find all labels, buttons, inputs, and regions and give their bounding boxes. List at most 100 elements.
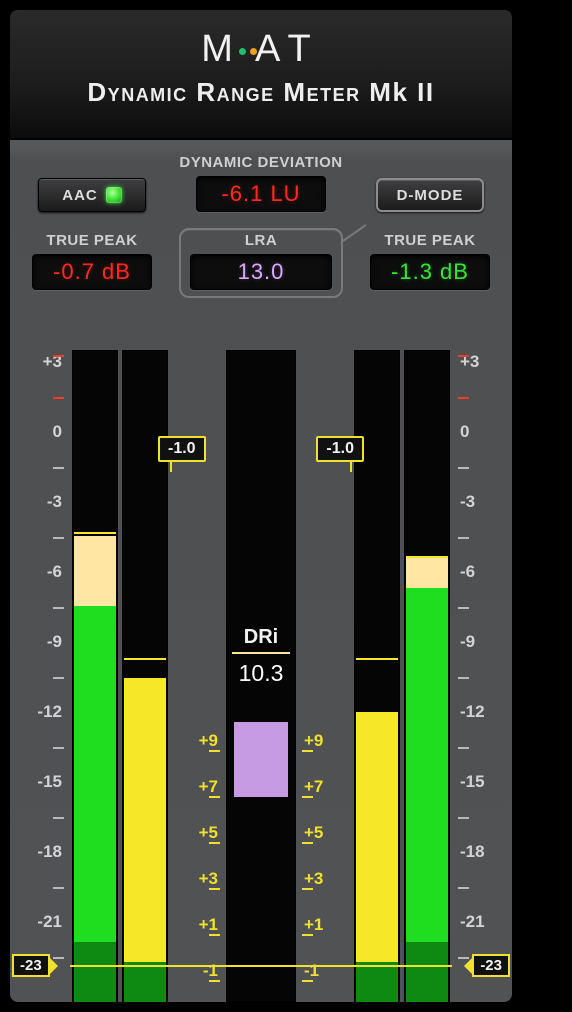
bar-seg [356, 962, 398, 1002]
peak-line [124, 658, 166, 660]
scale-minor-tick [53, 747, 64, 749]
scale-minor-tick [53, 607, 64, 609]
bar-seg [124, 962, 166, 1002]
inner-scale-tick: +5 [304, 823, 352, 843]
bar-seg [406, 942, 448, 1002]
true-peak-right-display: -1.3 dB [370, 254, 490, 290]
scale-tick: -15 [458, 772, 506, 792]
dynamic-deviation-label: DYNAMIC DEVIATION [10, 154, 512, 171]
peak-flag-right: -1.0 [316, 436, 364, 462]
scale-minor-tick [53, 355, 64, 357]
flag-tail [350, 460, 352, 472]
dri-value: 10.3 [226, 660, 296, 687]
inner-scale-tick: -1 [170, 961, 218, 981]
inner-scale-tick: +9 [170, 731, 218, 751]
inner-scale-dash [209, 980, 220, 982]
scale-minor-tick [458, 397, 469, 399]
lra-block [234, 722, 288, 797]
inner-scale-tick: +1 [170, 915, 218, 935]
scale-tick: -12 [458, 702, 506, 722]
scale-tick: 0 [16, 422, 64, 442]
inner-scale-dash [302, 934, 313, 936]
scale-minor-tick [458, 817, 469, 819]
inner-scale-tick: +1 [304, 915, 352, 935]
meters-area: +30-3-6-9-12-15-18-21 +30-3-6-9-12-15-18… [10, 350, 512, 1002]
scale-tick: 0 [458, 422, 506, 442]
scale-minor-tick [53, 677, 64, 679]
scale-minor-tick [53, 397, 64, 399]
aac-led-icon [106, 187, 122, 203]
aac-button[interactable]: AAC [38, 178, 146, 212]
bar-seg [356, 712, 398, 962]
subtitle-b: Mk II [369, 77, 434, 107]
dynamic-deviation-display: -6.1 LU [196, 176, 326, 212]
meter-right-outer [404, 350, 450, 1002]
scale-tick: -9 [458, 632, 506, 652]
controls-area: DYNAMIC DEVIATION AAC -6.1 LU D-MODE TRU… [10, 140, 512, 350]
scale-tick: -9 [16, 632, 64, 652]
inner-scale-dash [302, 842, 313, 844]
scale-minor-tick [458, 537, 469, 539]
meter-left-outer [72, 350, 118, 1002]
scale-minor-tick [458, 607, 469, 609]
peak-line [74, 532, 116, 534]
scale-minor-tick [53, 887, 64, 889]
scale-minor-tick [458, 677, 469, 679]
scale-tick: -21 [16, 912, 64, 932]
bar-seg [74, 536, 116, 606]
inner-scale-dash [302, 980, 313, 982]
reference-line [70, 965, 452, 967]
scale-tick: -6 [458, 562, 506, 582]
bar-seg [406, 588, 448, 942]
bar-seg [124, 678, 166, 962]
inner-scale-tick: +7 [304, 777, 352, 797]
scale-right: +30-3-6-9-12-15-18-21 [458, 350, 506, 1002]
product-title: Dynamic Range Meter Mk II [10, 77, 512, 108]
scale-tick: -15 [16, 772, 64, 792]
inner-scale-tick: +7 [170, 777, 218, 797]
scale-minor-tick [458, 467, 469, 469]
dri-underline [232, 652, 290, 654]
scale-minor-tick [458, 747, 469, 749]
inner-scale-tick: +5 [170, 823, 218, 843]
scale-tick: -3 [458, 492, 506, 512]
scale-tick: -21 [458, 912, 506, 932]
header: MAT Dynamic Range Meter Mk II [10, 10, 512, 140]
inner-scale-dash [209, 888, 220, 890]
brand-logo: MAT [10, 28, 512, 71]
scale-tick: -12 [16, 702, 64, 722]
inner-scale-dash [209, 750, 220, 752]
scale-tick: -6 [16, 562, 64, 582]
peak-line [356, 658, 398, 660]
scale-minor-tick [53, 467, 64, 469]
inner-scale-tick: +3 [304, 869, 352, 889]
inner-scale-tick: +9 [304, 731, 352, 751]
bar-seg [74, 942, 116, 1002]
dri-label: DRi [226, 626, 296, 649]
scale-minor-tick [458, 887, 469, 889]
lra-display: 13.0 [190, 254, 332, 290]
inner-scale-tick: +3 [170, 869, 218, 889]
reference-flag-right: -23 [472, 954, 510, 977]
inner-scale-dash [302, 750, 313, 752]
d-mode-button-label: D-MODE [397, 187, 464, 204]
bar-seg [74, 606, 116, 942]
inner-scale-dash [302, 888, 313, 890]
scale-left: +30-3-6-9-12-15-18-21 [16, 350, 64, 1002]
plugin-window: MAT Dynamic Range Meter Mk II DYNAMIC DE… [10, 10, 512, 1002]
flag-tail [170, 460, 172, 472]
inner-scale-dash [209, 796, 220, 798]
d-mode-button[interactable]: D-MODE [376, 178, 484, 212]
peak-flag-left: -1.0 [158, 436, 206, 462]
scale-tick: -3 [16, 492, 64, 512]
scale-minor-tick [458, 355, 469, 357]
bar-seg [406, 558, 448, 588]
scale-minor-tick [53, 537, 64, 539]
true-peak-right-label: TRUE PEAK [376, 232, 484, 249]
aac-button-label: AAC [62, 187, 98, 204]
inner-scale-tick: -1 [304, 961, 352, 981]
peak-line [406, 556, 448, 558]
subtitle-a: Dynamic Range Meter [87, 77, 369, 107]
scale-tick: -18 [16, 842, 64, 862]
scale-minor-tick [53, 817, 64, 819]
